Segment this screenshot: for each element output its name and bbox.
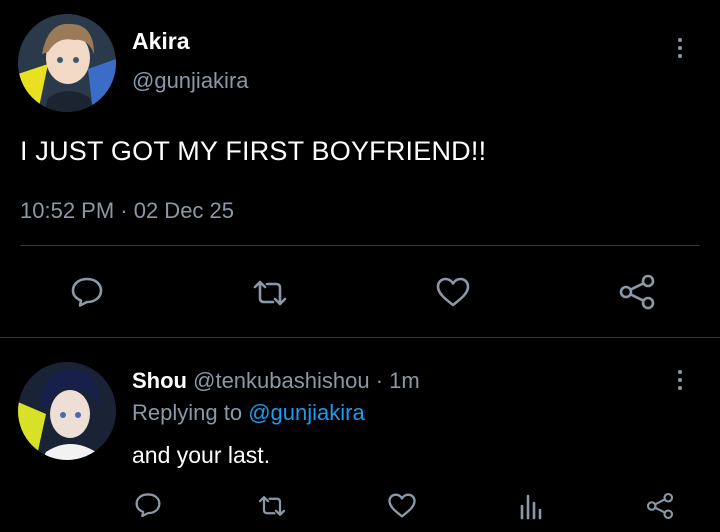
more-options-icon[interactable] xyxy=(675,38,685,58)
author-handle[interactable]: @gunjiakira xyxy=(132,68,249,94)
replying-to-label: Replying to xyxy=(132,400,243,425)
avatar-art xyxy=(18,362,116,460)
tweet-text: I JUST GOT MY FIRST BOYFRIEND!! xyxy=(20,136,487,166)
reply-avatar[interactable] xyxy=(18,362,116,460)
replying-to: Replying to @gunjiakira xyxy=(132,400,365,426)
avatar-art xyxy=(18,14,116,112)
reply-header: Shou @tenkubashishou · 1m xyxy=(132,368,420,394)
share-icon[interactable] xyxy=(617,274,657,310)
retweet-icon[interactable] xyxy=(250,278,290,308)
reply-icon[interactable] xyxy=(70,276,104,308)
reply-author-handle[interactable]: @tenkubashishou xyxy=(193,368,369,393)
like-icon[interactable] xyxy=(435,276,471,308)
analytics-icon[interactable] xyxy=(518,492,544,520)
author-name[interactable]: Akira xyxy=(132,28,190,55)
reply-reply-icon[interactable] xyxy=(134,492,162,518)
tweet-timestamp[interactable]: 10:52 PM · 02 Dec 25 xyxy=(20,198,234,224)
replying-to-handle[interactable]: @gunjiakira xyxy=(248,400,365,425)
reply-like-icon[interactable] xyxy=(387,492,417,519)
divider xyxy=(20,245,700,246)
reply-more-options-icon[interactable] xyxy=(675,370,685,390)
reply-time: · 1m xyxy=(375,368,420,393)
section-divider xyxy=(0,337,720,338)
reply-share-icon[interactable] xyxy=(645,492,675,520)
author-avatar[interactable] xyxy=(18,14,116,112)
reply-author-name[interactable]: Shou xyxy=(132,368,187,393)
reply-retweet-icon[interactable] xyxy=(256,494,288,518)
reply-text: and your last. xyxy=(132,442,271,468)
